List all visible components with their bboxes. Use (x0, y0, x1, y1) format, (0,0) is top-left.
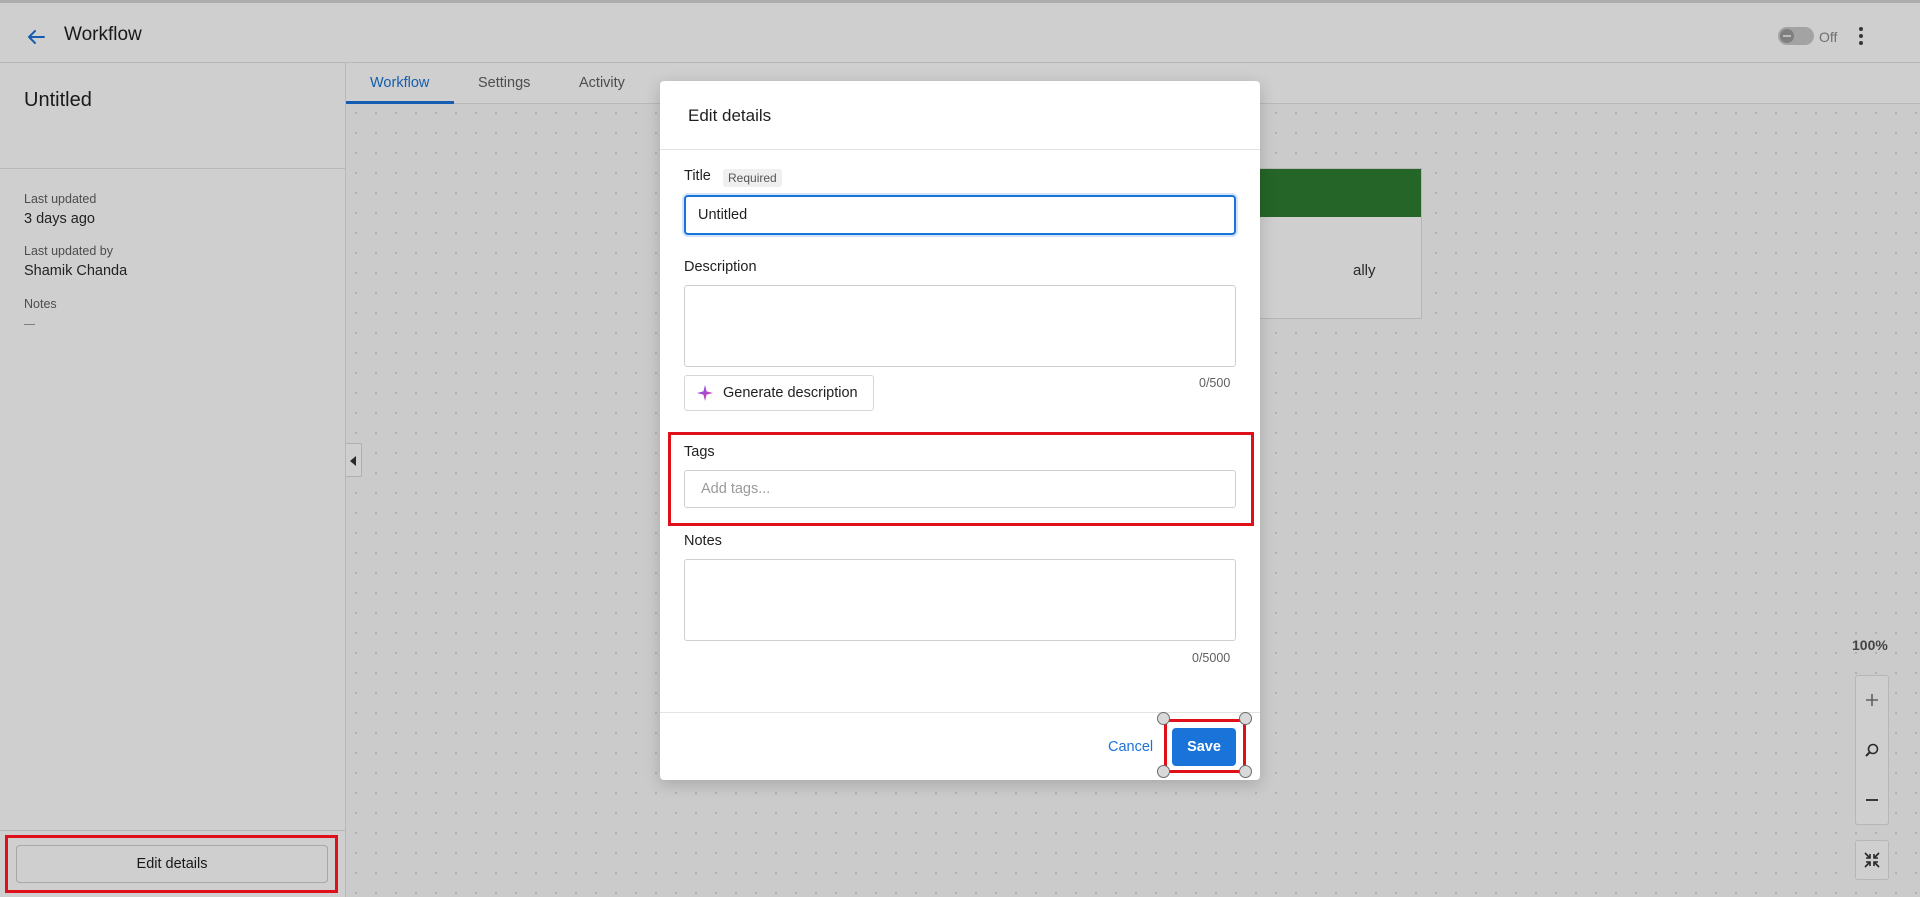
description-field-label: Description (684, 259, 757, 275)
divider (660, 712, 1260, 713)
cancel-button[interactable]: Cancel (1108, 739, 1153, 755)
required-badge: Required (723, 169, 782, 187)
generate-description-button[interactable]: Generate description (684, 375, 874, 411)
notes-counter: 0/5000 (1192, 651, 1231, 665)
sparkle-icon (697, 385, 713, 401)
description-counter: 0/500 (1199, 376, 1231, 390)
resize-handle[interactable] (1157, 712, 1170, 725)
resize-handle[interactable] (1239, 765, 1252, 778)
notes-field-label: Notes (684, 533, 722, 549)
divider (660, 149, 1260, 150)
edit-details-dialog: Edit details Title Required Description … (660, 81, 1260, 780)
title-field-label: Title (684, 168, 711, 184)
save-button[interactable]: Save (1172, 728, 1236, 766)
resize-handle[interactable] (1239, 712, 1252, 725)
dialog-title: Edit details (688, 106, 772, 125)
resize-handle[interactable] (1157, 765, 1170, 778)
generate-description-label: Generate description (723, 385, 858, 401)
title-input[interactable] (684, 195, 1236, 235)
tags-input[interactable] (684, 470, 1236, 508)
notes-textarea[interactable] (684, 559, 1236, 641)
tags-field-label: Tags (684, 444, 715, 460)
description-textarea[interactable] (684, 285, 1236, 367)
